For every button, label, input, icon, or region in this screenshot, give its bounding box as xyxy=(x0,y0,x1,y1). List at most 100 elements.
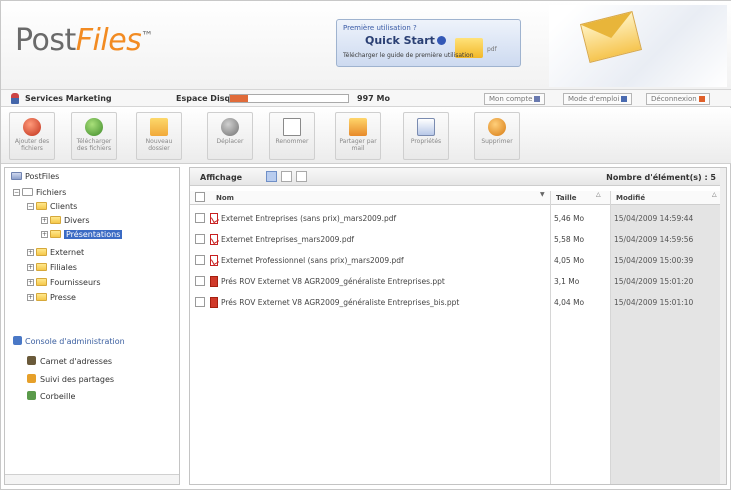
expand-icon[interactable]: + xyxy=(27,249,34,256)
banner-pdf-label: pdf xyxy=(487,46,497,53)
pdf-file-icon xyxy=(210,234,218,245)
start-icon xyxy=(436,36,446,45)
trash-link[interactable]: Corbeille xyxy=(27,391,75,401)
disk-space-bar xyxy=(229,94,349,103)
file-name[interactable]: Externet Entreprises (sans prix)_mars200… xyxy=(221,209,396,228)
address-book-icon xyxy=(27,356,36,365)
share-tracking-link[interactable]: Suivi des partages xyxy=(27,374,114,384)
folder-open-icon xyxy=(50,230,61,238)
collapse-icon[interactable]: − xyxy=(27,203,34,210)
tree-item-fichiers[interactable]: − Fichiers xyxy=(13,187,66,199)
move-icon xyxy=(221,118,239,136)
tree-item-divers[interactable]: + Divers xyxy=(41,215,90,227)
file-name[interactable]: Prés ROV Externet V8 AGR2009_généraliste… xyxy=(221,293,459,312)
service-name: Services Marketing xyxy=(25,94,112,103)
my-account-button[interactable]: Mon compte xyxy=(484,93,546,105)
collapse-icon[interactable]: − xyxy=(13,189,20,196)
list-view-icon[interactable] xyxy=(266,171,277,182)
file-name[interactable]: Externet Entreprises_mars2009.pdf xyxy=(221,230,354,249)
tree-item-filiales[interactable]: + Filiales xyxy=(27,262,77,274)
file-row[interactable]: Externet Entreprises (sans prix)_mars200… xyxy=(190,209,726,228)
file-row[interactable]: Externet Professionnel (sans prix)_mars2… xyxy=(190,251,726,270)
details-view-icon[interactable] xyxy=(281,171,292,182)
download-files-button[interactable]: Télécharger des fichiers xyxy=(71,112,117,160)
banner-title: Quick Start xyxy=(365,34,446,47)
column-date[interactable]: Modifié xyxy=(616,191,645,205)
toolbar: Ajouter des fichiers Télécharger des fic… xyxy=(1,108,731,164)
sort-icon[interactable]: △ xyxy=(596,191,601,198)
new-folder-button[interactable]: Nouveau dossier xyxy=(136,112,182,160)
folder-icon xyxy=(50,216,61,224)
ppt-file-icon xyxy=(210,276,218,287)
download-icon xyxy=(85,118,103,136)
column-size[interactable]: Taille xyxy=(556,191,577,205)
folder-icon xyxy=(36,202,47,210)
logout-icon xyxy=(698,96,705,102)
select-all-checkbox[interactable] xyxy=(195,192,205,202)
delete-button[interactable]: Supprimer xyxy=(474,112,520,160)
rename-button[interactable]: Renommer xyxy=(269,112,315,160)
file-size: 4,04 Mo xyxy=(554,298,585,307)
row-checkbox[interactable] xyxy=(195,234,205,244)
tree-item-presse[interactable]: + Presse xyxy=(27,292,76,304)
vertical-scrollbar[interactable] xyxy=(720,168,726,484)
add-files-button[interactable]: Ajouter des fichiers xyxy=(9,112,55,160)
share-by-mail-button[interactable]: Partager par mail xyxy=(335,112,381,160)
file-date: 15/04/2009 15:00:39 xyxy=(614,256,694,265)
delete-icon xyxy=(488,118,506,136)
thumbnail-view-icon[interactable] xyxy=(296,171,307,182)
item-count: Nombre d'élément(s) : 5 xyxy=(606,173,716,182)
header: PostFiles™ Première utilisation ? Quick … xyxy=(1,1,731,89)
horizontal-scrollbar[interactable] xyxy=(5,474,179,484)
expand-icon[interactable]: + xyxy=(27,264,34,271)
share-icon xyxy=(349,118,367,136)
sort-down-icon[interactable]: ▼ xyxy=(540,191,545,198)
expand-icon[interactable]: + xyxy=(41,217,48,224)
app-window: PostFiles™ Première utilisation ? Quick … xyxy=(0,0,731,490)
file-row[interactable]: Prés ROV Externet V8 AGR2009_généraliste… xyxy=(190,293,726,312)
tree-item-presentations[interactable]: + Présentations xyxy=(41,229,123,241)
admin-console-link[interactable]: Console d'administration xyxy=(13,336,125,346)
pdf-file-icon xyxy=(210,213,218,224)
user-guide-button[interactable]: Mode d'emploi xyxy=(563,93,633,105)
file-name[interactable]: Prés ROV Externet V8 AGR2009_généraliste… xyxy=(221,272,445,291)
account-icon xyxy=(534,96,541,102)
admin-console-icon xyxy=(13,336,22,345)
row-checkbox[interactable] xyxy=(195,276,205,286)
tree-item-clients[interactable]: − Clients xyxy=(27,201,77,213)
file-row[interactable]: Externet Entreprises_mars2009.pdf 5,58 M… xyxy=(190,230,726,249)
move-button[interactable]: Déplacer xyxy=(207,112,253,160)
column-headers: Nom ▼ Taille △ Modifié △ xyxy=(190,191,726,205)
address-book-link[interactable]: Carnet d'adresses xyxy=(27,356,112,366)
disk-space-fill xyxy=(230,95,248,102)
trash-icon xyxy=(27,391,36,400)
row-checkbox[interactable] xyxy=(195,213,205,223)
row-checkbox[interactable] xyxy=(195,297,205,307)
quick-start-banner[interactable]: Première utilisation ? Quick Start pdf T… xyxy=(336,19,521,67)
folder-icon xyxy=(36,278,47,286)
tree-item-externet[interactable]: + Externet xyxy=(27,247,84,259)
file-name[interactable]: Externet Professionnel (sans prix)_mars2… xyxy=(221,251,404,270)
user-icon xyxy=(11,93,19,104)
properties-button[interactable]: Propriétés xyxy=(403,112,449,160)
file-date: 15/04/2009 15:01:10 xyxy=(614,298,694,307)
folder-icon xyxy=(36,263,47,271)
disk-space-value: 997 Mo xyxy=(357,94,390,103)
expand-icon[interactable]: + xyxy=(27,279,34,286)
expand-icon[interactable]: + xyxy=(41,231,48,238)
tree-item-fournisseurs[interactable]: + Fournisseurs xyxy=(27,277,101,289)
ppt-file-icon xyxy=(210,297,218,308)
sort-icon[interactable]: △ xyxy=(712,191,717,198)
share-tracking-icon xyxy=(27,374,36,383)
status-bar: Services Marketing Espace Disque 997 Mo … xyxy=(1,89,731,107)
tree-root[interactable]: PostFiles xyxy=(11,171,59,183)
logout-button[interactable]: Déconnexion xyxy=(646,93,710,105)
postfiles-logo[interactable]: PostFiles™ xyxy=(15,23,153,58)
folder-icon xyxy=(36,293,47,301)
envelope-illustration xyxy=(549,5,727,87)
column-name[interactable]: Nom xyxy=(216,191,234,205)
file-row[interactable]: Prés ROV Externet V8 AGR2009_généraliste… xyxy=(190,272,726,291)
file-size: 5,46 Mo xyxy=(554,214,585,223)
expand-icon[interactable]: + xyxy=(27,294,34,301)
row-checkbox[interactable] xyxy=(195,255,205,265)
